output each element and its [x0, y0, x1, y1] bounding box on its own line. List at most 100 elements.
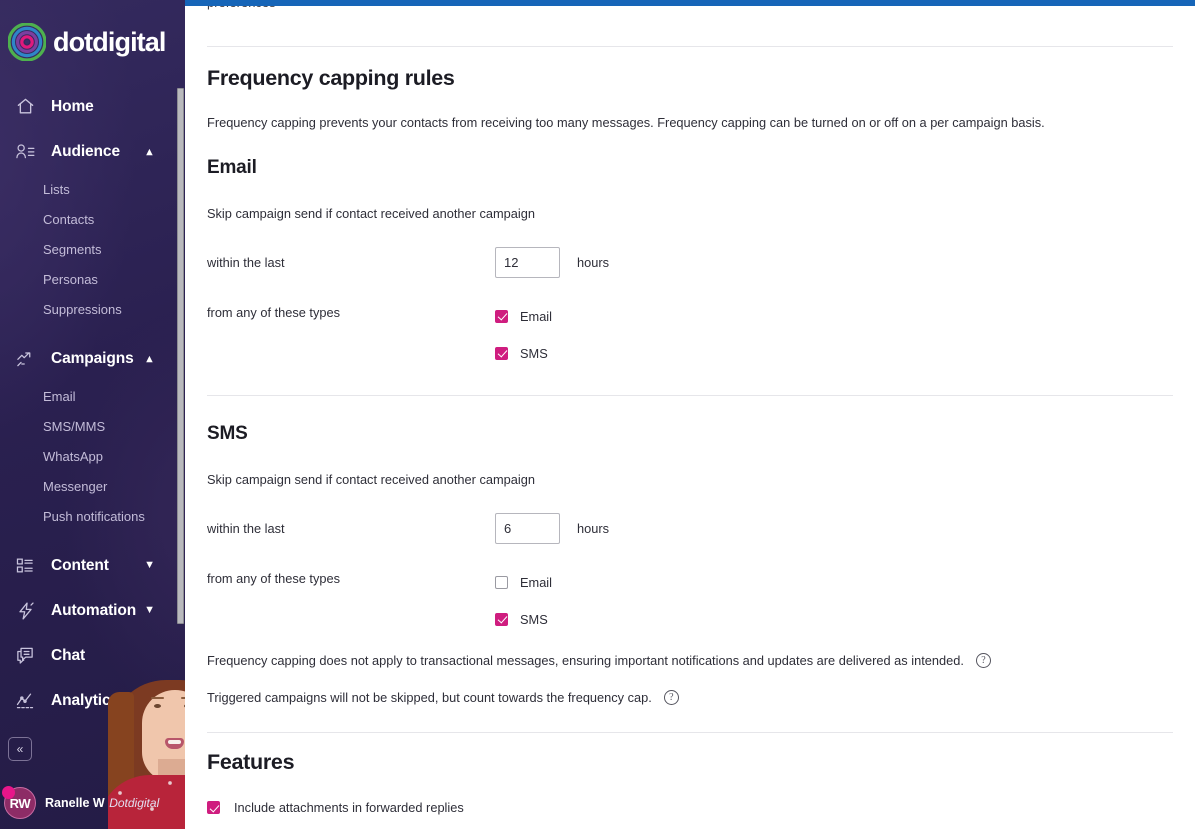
- page-description: Frequency capping prevents your contacts…: [207, 115, 1045, 130]
- sidebar-item-analytics[interactable]: Analytics: [0, 678, 185, 723]
- sidebar-scrollbar[interactable]: [177, 88, 184, 624]
- skip-label-email: Skip campaign send if contact received a…: [207, 206, 535, 221]
- collapse-sidebar-button[interactable]: «: [8, 737, 32, 761]
- checkbox-icon[interactable]: [207, 801, 220, 814]
- dotdigital-rings-logo-icon: [7, 22, 47, 62]
- note-text: Frequency capping does not apply to tran…: [207, 653, 964, 668]
- types-label: from any of these types: [207, 305, 341, 320]
- sidebar-item-personas[interactable]: Personas: [0, 264, 185, 294]
- checkbox-icon[interactable]: [495, 575, 508, 589]
- sidebar-sub-label: WhatsApp: [43, 448, 103, 464]
- avatar-initials: RW: [9, 795, 31, 811]
- section-heading-features: Features: [207, 750, 295, 774]
- top-accent-bar: [185, 0, 1195, 6]
- avatar[interactable]: RW: [2, 786, 36, 819]
- chevron-up-icon[interactable]: ▼: [144, 146, 155, 158]
- feature-checkbox-include-attachments[interactable]: Include attachments in forwarded replies: [207, 800, 1173, 815]
- sidebar-item-suppressions[interactable]: Suppressions: [0, 294, 185, 324]
- within-last-label: within the last: [207, 255, 285, 270]
- sidebar-item-label: Content: [51, 556, 109, 574]
- sidebar-item-chat[interactable]: Chat: [0, 633, 185, 678]
- within-last-unit: hours: [577, 255, 610, 270]
- type-checkbox-label: Email: [520, 574, 552, 590]
- help-icon[interactable]: ?: [975, 653, 991, 668]
- sidebar-item-campaigns-email[interactable]: Email: [0, 381, 185, 411]
- section-heading-sms: SMS: [207, 423, 248, 444]
- divider: [207, 395, 1173, 396]
- chevron-up-icon[interactable]: ▼: [144, 353, 155, 365]
- type-checkbox-email-email[interactable]: Email: [495, 306, 552, 326]
- within-last-unit: hours: [577, 521, 610, 536]
- chat-icon: [10, 644, 40, 668]
- user-account[interactable]: RW Ranelle W Dotdigital: [2, 786, 159, 819]
- type-checkbox-email-sms[interactable]: SMS: [495, 343, 552, 363]
- analytics-icon: [10, 689, 40, 713]
- sidebar-nav: Home Audience ▼ Lists Contacts Segments …: [0, 84, 185, 723]
- sidebar-sub-label: Suppressions: [43, 301, 122, 317]
- help-icon[interactable]: ?: [663, 690, 679, 705]
- audience-icon: [10, 140, 40, 164]
- user-org: Dotdigital: [109, 796, 160, 810]
- skip-label-sms: Skip campaign send if contact received a…: [207, 472, 535, 487]
- note-triggered: Triggered campaigns will not be skipped,…: [207, 690, 1173, 705]
- sidebar-item-label: Chat: [51, 646, 86, 664]
- divider: [207, 732, 1173, 733]
- sidebar-item-whatsapp[interactable]: WhatsApp: [0, 441, 185, 471]
- section-heading-email: Email: [207, 157, 257, 178]
- main-content: preferences Frequency capping rules Freq…: [185, 0, 1195, 829]
- types-checkbox-list-email: Email SMS: [495, 305, 552, 363]
- sidebar: dotdigital Home Audience ▼ Lists Contact…: [0, 0, 185, 829]
- sidebar-item-home[interactable]: Home: [0, 84, 185, 129]
- sidebar-sub-label: Segments: [43, 241, 102, 257]
- types-row-email: from any of these types Email SMS: [207, 305, 1173, 363]
- chevron-down-icon[interactable]: ▼: [144, 560, 155, 571]
- sidebar-item-label: Analytics: [51, 691, 120, 709]
- within-last-input-email[interactable]: [495, 247, 560, 278]
- sidebar-item-content[interactable]: Content ▼: [0, 543, 185, 588]
- sidebar-item-segments[interactable]: Segments: [0, 234, 185, 264]
- type-checkbox-label: SMS: [520, 611, 548, 627]
- types-row-sms: from any of these types Email SMS: [207, 571, 1173, 629]
- within-last-row-email: within the last hours: [207, 247, 1173, 278]
- feature-checkbox-label: Include attachments in forwarded replies: [234, 800, 464, 815]
- sidebar-item-contacts[interactable]: Contacts: [0, 204, 185, 234]
- notification-dot-icon: [2, 786, 15, 799]
- sidebar-sub-label: Push notifications: [43, 508, 145, 524]
- divider: [207, 46, 1173, 47]
- sidebar-item-label: Home: [51, 97, 94, 115]
- sidebar-sub-label: Lists: [43, 181, 70, 197]
- sidebar-item-audience[interactable]: Audience ▼: [0, 129, 185, 174]
- sidebar-item-campaigns[interactable]: Campaigns ▼: [0, 336, 185, 381]
- types-label: from any of these types: [207, 571, 341, 586]
- brand-logo[interactable]: dotdigital: [0, 0, 185, 62]
- campaigns-icon: [10, 347, 40, 371]
- types-checkbox-list-sms: Email SMS: [495, 571, 552, 629]
- sidebar-sub-label: Messenger: [43, 478, 108, 494]
- content-icon: [10, 554, 40, 578]
- sidebar-item-label: Campaigns: [51, 349, 134, 367]
- sidebar-item-messenger[interactable]: Messenger: [0, 471, 185, 501]
- within-last-input-sms[interactable]: [495, 513, 560, 544]
- type-checkbox-sms-sms[interactable]: SMS: [495, 609, 552, 629]
- checkbox-icon[interactable]: [495, 346, 508, 360]
- type-checkbox-label: SMS: [520, 345, 548, 361]
- sidebar-item-lists[interactable]: Lists: [0, 174, 185, 204]
- user-meta: Ranelle W Dotdigital: [45, 793, 159, 813]
- sidebar-sub-label: Personas: [43, 271, 98, 287]
- within-last-label: within the last: [207, 521, 285, 536]
- checkbox-icon[interactable]: [495, 612, 508, 626]
- chevron-down-icon[interactable]: ▼: [144, 605, 155, 616]
- sidebar-item-label: Audience: [51, 142, 120, 160]
- brand-name: dotdigital: [53, 26, 166, 57]
- sidebar-item-push-notifications[interactable]: Push notifications: [0, 501, 185, 531]
- type-checkbox-label: Email: [520, 308, 552, 324]
- sidebar-item-sms-mms[interactable]: SMS/MMS: [0, 411, 185, 441]
- sidebar-sub-label: SMS/MMS: [43, 418, 106, 434]
- sidebar-item-automation[interactable]: Automation ▼: [0, 588, 185, 633]
- app-root: dotdigital Home Audience ▼ Lists Contact…: [0, 0, 1195, 829]
- checkbox-icon[interactable]: [495, 309, 508, 323]
- user-name: Ranelle W: [45, 796, 105, 810]
- settings-content: Frequency capping rules Frequency cappin…: [185, 46, 1195, 829]
- type-checkbox-sms-email[interactable]: Email: [495, 572, 552, 592]
- home-icon: [10, 95, 40, 119]
